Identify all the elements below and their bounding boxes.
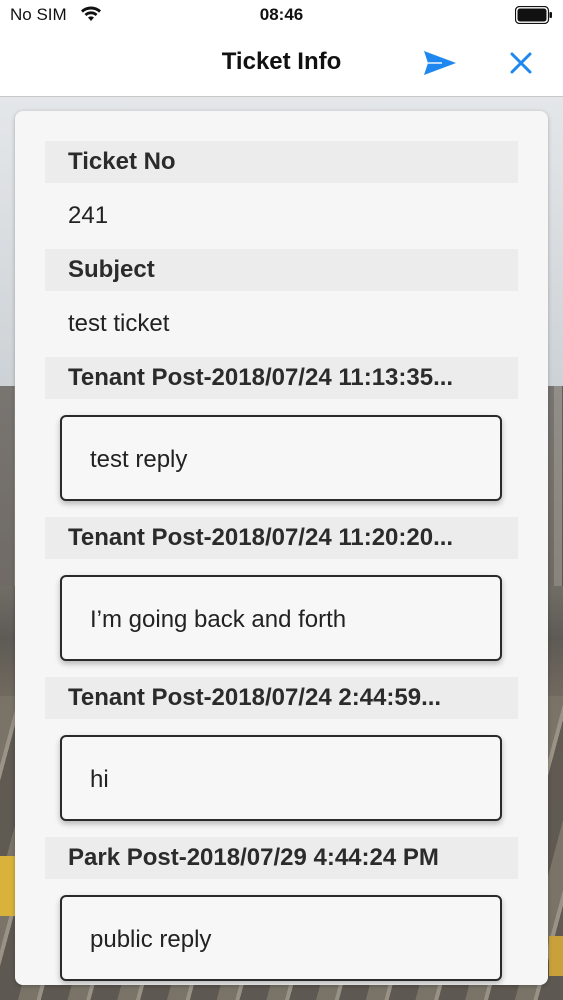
ticket-no-value: 241	[68, 202, 109, 229]
ticket-no-label: Ticket No	[45, 141, 518, 183]
page-title: Ticket Info	[221, 48, 342, 75]
status-time: 08:46	[259, 5, 304, 24]
post-message: I’m going back and forth	[60, 575, 502, 661]
post-header: Tenant Post-2018/07/24 2:44:59...	[45, 677, 518, 719]
post-header: Park Post-2018/07/29 4:44:24 PM	[45, 837, 518, 879]
navigation-bar: Ticket Info	[0, 30, 563, 97]
post-message: test reply	[60, 415, 502, 501]
post-header: Tenant Post-2018/07/24 11:13:35...	[45, 357, 518, 399]
status-bar: No SIM 08:46	[0, 0, 563, 30]
subject-label: Subject	[45, 249, 518, 291]
ticket-card: Ticket No 241 Subject test ticket Tenant…	[15, 111, 548, 985]
send-icon[interactable]	[422, 48, 458, 78]
ticket-details: Ticket No 241 Subject test ticket Tenant…	[45, 141, 518, 985]
subject-value: test ticket	[68, 310, 170, 337]
ticket-info-screen: No SIM 08:46 Ticket Info Ticket No 241 S…	[0, 0, 563, 1000]
close-icon[interactable]	[507, 49, 535, 77]
post-message: public reply	[60, 895, 502, 981]
post-message: hi	[60, 735, 502, 821]
post-header: Tenant Post-2018/07/24 11:20:20...	[45, 517, 518, 559]
battery-icon	[515, 6, 552, 24]
